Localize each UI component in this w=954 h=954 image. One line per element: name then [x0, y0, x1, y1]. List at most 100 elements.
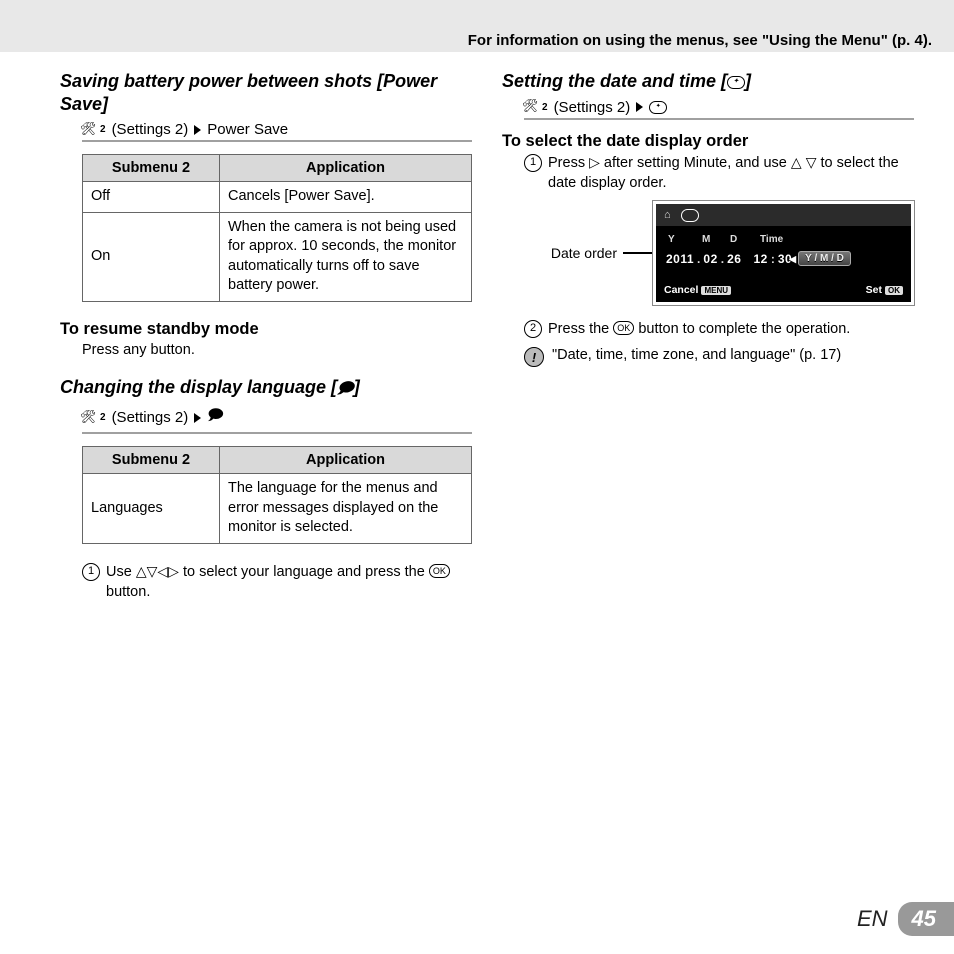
crumb-group: (Settings 2) [112, 121, 189, 138]
breadcrumb-power-save: 2 (Settings 2) Power Save [82, 121, 472, 142]
resume-heading: To resume standby mode [60, 320, 472, 339]
breadcrumb-language: 2 (Settings 2) 🗩 [82, 405, 472, 434]
wrench-icon [82, 412, 96, 424]
arrow-right-icon: ▷ [589, 154, 600, 170]
dt-title-a: Setting the date and time [ [502, 71, 727, 91]
arrow-right-icon: ▷ [168, 563, 179, 579]
th-submenu: Submenu 2 [83, 155, 220, 182]
cell-lang: Languages [83, 474, 220, 544]
crumb-group: (Settings 2) [112, 409, 189, 426]
th-submenu: Submenu 2 [83, 447, 220, 474]
wrench-sub-2: 2 [100, 124, 106, 135]
note-text: "Date, time, time zone, and language" (p… [552, 347, 841, 363]
lcd-month: 02 [703, 252, 717, 266]
cell-on-desc: When the camera is not being used for ap… [220, 212, 472, 301]
breadcrumb-datetime: 2 (Settings 2) [524, 99, 914, 120]
lcd-values: 2011. 02. 26 12: 30 Y / M / D [656, 247, 911, 270]
header-note: For information on using the menus, see … [468, 32, 932, 49]
cross-ref-note: ! "Date, time, time zone, and language" … [524, 347, 914, 367]
lang-title-b: ] [354, 377, 360, 397]
cell-off-desc: Cancels [Power Save]. [220, 182, 472, 213]
date-order-heading: To select the date display order [502, 132, 914, 151]
language-table: Submenu 2 Application Languages The lang… [82, 446, 472, 544]
power-save-table: Submenu 2 Application Off Cancels [Power… [82, 154, 472, 302]
triangle-right-icon [194, 125, 201, 135]
th-application: Application [220, 447, 472, 474]
speech-bubble-icon: 🗩 [337, 380, 354, 397]
txt: to select your language and press the [179, 564, 429, 580]
txt: Press the [548, 321, 613, 337]
ok-badge: OK [885, 286, 903, 295]
page-footer: EN 45 [857, 902, 954, 936]
cell-off: Off [83, 182, 220, 213]
lcd-head-m: M [702, 234, 730, 245]
speech-bubble-icon: 🗩 [207, 405, 224, 430]
lcd-tabbar: ⌂ [656, 204, 911, 226]
wrench-icon [82, 124, 96, 136]
resume-body: Press any button. [82, 341, 472, 361]
home-icon: ⌂ [664, 209, 671, 221]
step-number-1: 1 [524, 154, 542, 172]
crumb-leaf: Power Save [207, 121, 288, 138]
lcd-cancel-label: Cancel [664, 284, 698, 296]
txt: Use [106, 564, 136, 580]
lcd-date-order-field: Y / M / D [798, 251, 851, 266]
txt: button. [106, 584, 150, 600]
wrench-sub-2: 2 [542, 102, 548, 113]
arrow-up-icon: △ [791, 154, 802, 170]
header-bar: For information on using the menus, see … [0, 0, 954, 52]
section-title-datetime: Setting the date and time [] [502, 70, 914, 93]
section-title-language: Changing the display language [🗩] [60, 376, 472, 399]
lcd-head-y: Y [668, 234, 702, 245]
lang-title-a: Changing the display language [ [60, 377, 337, 397]
footer-lang: EN [857, 906, 888, 932]
lcd-callout-label: Date order [551, 245, 617, 261]
clock-icon [681, 209, 699, 222]
right-column: Setting the date and time [] 2 (Settings… [502, 70, 914, 610]
ok-button-icon: OK [429, 564, 450, 578]
lcd-year: 2011 [666, 252, 694, 266]
lcd-head-d: D [730, 234, 760, 245]
dt-step-1: 1 Press ▷ after setting Minute, and use … [524, 153, 914, 194]
arrow-down-icon: ▽ [806, 154, 817, 170]
lcd-day: 26 [727, 252, 741, 266]
lcd-column-heads: Y M D Time [656, 226, 911, 247]
section-title-power-save: Saving battery power between shots [Powe… [60, 70, 472, 115]
wrench-icon [524, 101, 538, 113]
cell-on: On [83, 212, 220, 301]
cell-lang-desc: The language for the menus and error mes… [220, 474, 472, 544]
arrow-left-icon: ◁ [157, 563, 168, 579]
step-number-2: 2 [524, 320, 542, 338]
ok-button-icon: OK [613, 321, 634, 335]
wrench-sub-2: 2 [100, 412, 106, 423]
arrow-down-icon: ▽ [147, 563, 158, 579]
step-number-1: 1 [82, 563, 100, 581]
camera-lcd: ⌂ Y M D Time 2011. 02. 26 12: [653, 201, 914, 305]
lcd-footer: CancelMENU SetOK [656, 270, 911, 302]
footer-page-number: 45 [898, 902, 954, 936]
table-row: On When the camera is not being used for… [83, 212, 472, 301]
dt-step-2: 2 Press the OK button to complete the op… [524, 319, 914, 339]
lcd-head-time: Time [760, 234, 806, 245]
dt-title-b: ] [745, 71, 751, 91]
lcd-figure: Date order ⌂ Y M D Time 2011. [502, 201, 914, 305]
triangle-right-icon [636, 102, 643, 112]
lcd-set-label: Set [866, 284, 882, 296]
th-application: Application [220, 155, 472, 182]
callout-line [623, 252, 653, 254]
crumb-group: (Settings 2) [554, 99, 631, 116]
exclamation-icon: ! [524, 347, 544, 367]
menu-badge: MENU [701, 286, 731, 295]
left-column: Saving battery power between shots [Powe… [60, 70, 472, 610]
lcd-hour: 12 [753, 252, 767, 266]
lang-step-1: 1 Use △▽◁▷ to select your language and p… [82, 562, 472, 603]
clock-icon [649, 101, 667, 114]
triangle-right-icon [194, 413, 201, 423]
table-row: Off Cancels [Power Save]. [83, 182, 472, 213]
txt: button to complete the operation. [634, 321, 850, 337]
txt: after setting Minute, and use [600, 155, 791, 171]
txt: Press [548, 155, 589, 171]
page: For information on using the menus, see … [0, 0, 954, 954]
clock-icon [727, 76, 745, 89]
arrow-up-icon: △ [136, 563, 147, 579]
